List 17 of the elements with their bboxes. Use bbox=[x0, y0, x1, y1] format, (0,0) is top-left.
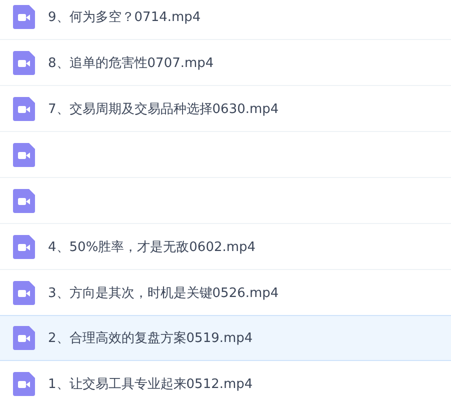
file-name: 1、让交易工具专业起来0512.mp4 bbox=[48, 376, 253, 393]
file-name: 7、交易周期及交易品种选择0630.mp4 bbox=[48, 101, 279, 118]
video-file-icon bbox=[13, 5, 35, 29]
file-name: 3、方向是其次，时机是关键0526.mp4 bbox=[48, 285, 279, 302]
video-file-icon bbox=[13, 281, 35, 305]
file-name: 2、合理高效的复盘方案0519.mp4 bbox=[48, 330, 253, 347]
file-name: 8、追单的危害性0707.mp4 bbox=[48, 55, 214, 72]
video-file-icon bbox=[13, 97, 35, 121]
video-file-icon bbox=[13, 326, 35, 350]
video-file-icon bbox=[13, 372, 35, 396]
file-name: 4、50%胜率，才是无敌0602.mp4 bbox=[48, 239, 256, 256]
video-file-icon bbox=[13, 189, 35, 213]
video-file-icon bbox=[13, 235, 35, 259]
video-file-icon bbox=[13, 51, 35, 75]
file-row[interactable]: 2、合理高效的复盘方案0519.mp4 bbox=[0, 315, 451, 361]
file-name: 9、何为多空？0714.mp4 bbox=[48, 9, 201, 26]
video-file-icon bbox=[13, 143, 35, 167]
